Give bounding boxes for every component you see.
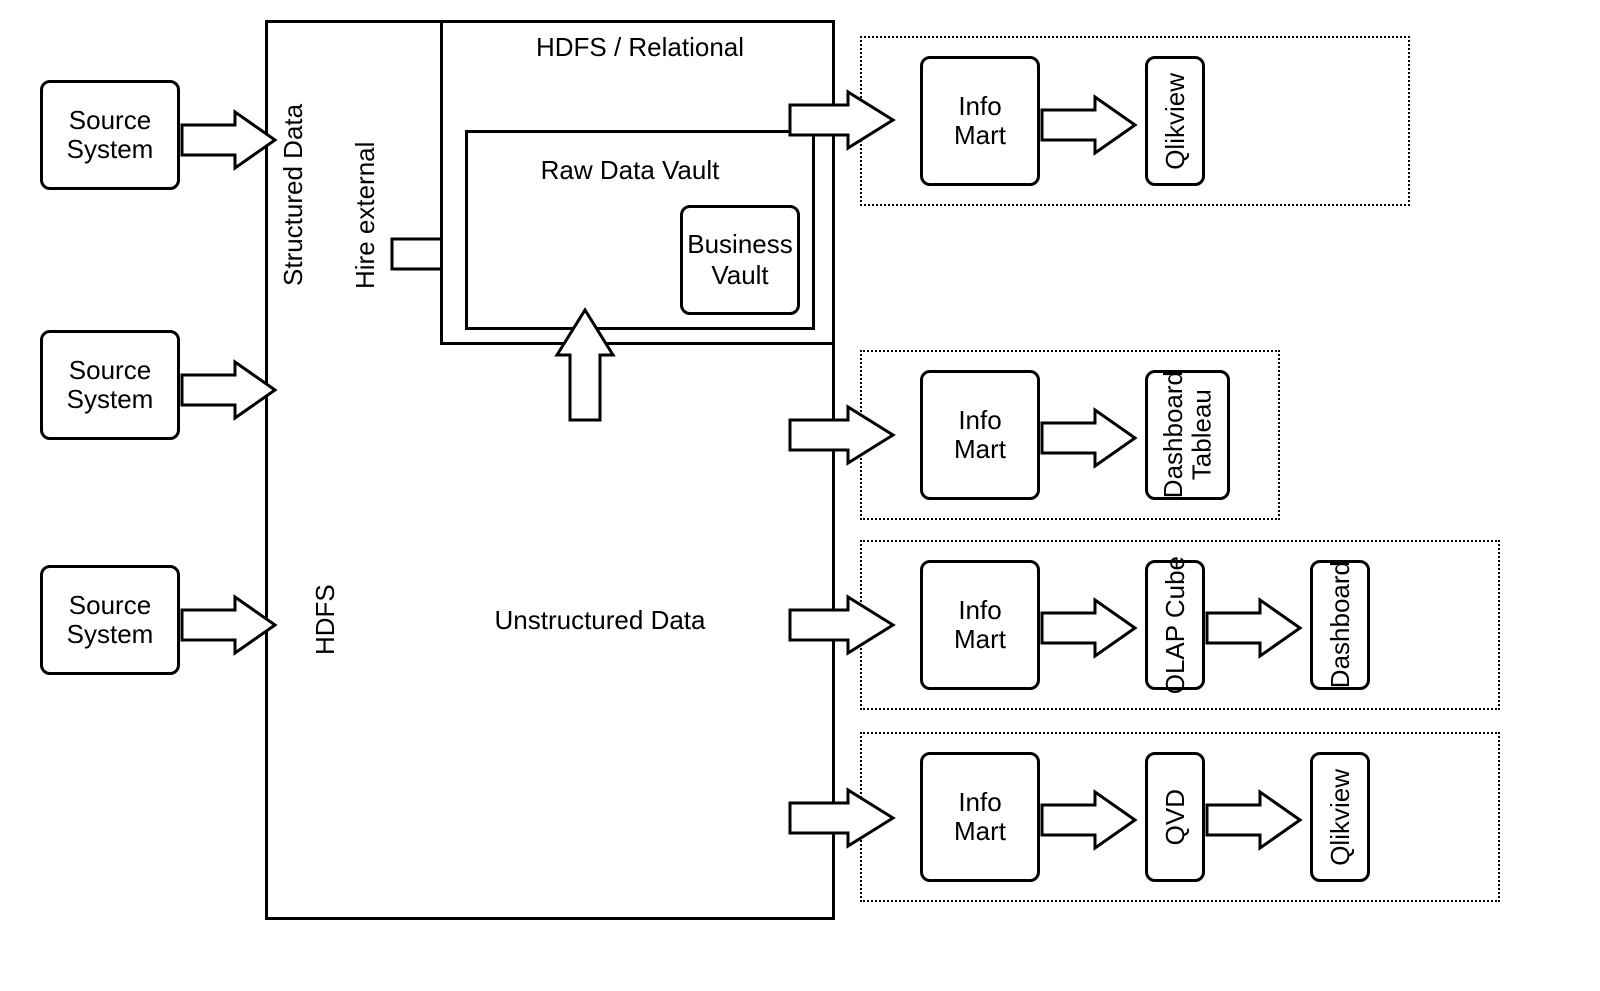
source-system-2: Source System bbox=[40, 330, 180, 440]
arrow-hdfs-lane3 bbox=[788, 595, 898, 655]
arrow-source2-hdfs bbox=[180, 360, 280, 420]
lane4-output: Qlikview bbox=[1310, 752, 1370, 882]
business-vault-box: Business Vault bbox=[680, 205, 800, 315]
lane2-info-mart: Info Mart bbox=[920, 370, 1040, 500]
lane3-mid-label: OLAP Cube bbox=[1161, 556, 1190, 694]
arrow-source3-hdfs bbox=[180, 595, 280, 655]
arrow-lane4-b bbox=[1205, 790, 1305, 850]
hdfs-relational-header: HDFS / Relational bbox=[500, 32, 780, 63]
lane1-info-mart: Info Mart bbox=[920, 56, 1040, 186]
lane1-output: Qlikview bbox=[1145, 56, 1205, 186]
lane4-mid-label: QVD bbox=[1161, 789, 1190, 845]
lane2-output: Dashboard Tableau bbox=[1145, 370, 1230, 500]
hire-external-label: Hire external bbox=[350, 120, 381, 310]
lane3-output-label: Dashboard bbox=[1326, 561, 1355, 688]
lane3-info-mart: Info Mart bbox=[920, 560, 1040, 690]
lane3-mid: OLAP Cube bbox=[1145, 560, 1205, 690]
arrow-lane2-a bbox=[1040, 408, 1140, 468]
arrow-hdfs-lane4 bbox=[788, 788, 898, 848]
arrow-lane4-a bbox=[1040, 790, 1140, 850]
arrow-up-to-vault bbox=[555, 305, 615, 425]
hdfs-label: HDFS bbox=[310, 560, 341, 680]
diagram-stage: Structured Data Hire external HDFS Unstr… bbox=[0, 0, 1600, 991]
lane3-output: Dashboard bbox=[1310, 560, 1370, 690]
lane4-info-mart: Info Mart bbox=[920, 752, 1040, 882]
arrow-source1-hdfs bbox=[180, 110, 280, 170]
source-system-3: Source System bbox=[40, 565, 180, 675]
lane4-mid: QVD bbox=[1145, 752, 1205, 882]
arrow-lane1-a bbox=[1040, 95, 1140, 155]
source-system-1: Source System bbox=[40, 80, 180, 190]
unstructured-data-label: Unstructured Data bbox=[470, 605, 730, 636]
arrow-vault-lane1 bbox=[788, 90, 898, 150]
lane1-output-label: Qlikview bbox=[1161, 73, 1190, 170]
lane2-output-label: Dashboard Tableau bbox=[1159, 371, 1216, 498]
raw-data-vault-label: Raw Data Vault bbox=[500, 155, 760, 186]
lane4-output-label: Qlikview bbox=[1326, 769, 1355, 866]
arrow-lane3-a bbox=[1040, 598, 1140, 658]
arrow-hdfs-lane2 bbox=[788, 405, 898, 465]
structured-data-label: Structured Data bbox=[278, 70, 309, 320]
arrow-lane3-b bbox=[1205, 598, 1305, 658]
